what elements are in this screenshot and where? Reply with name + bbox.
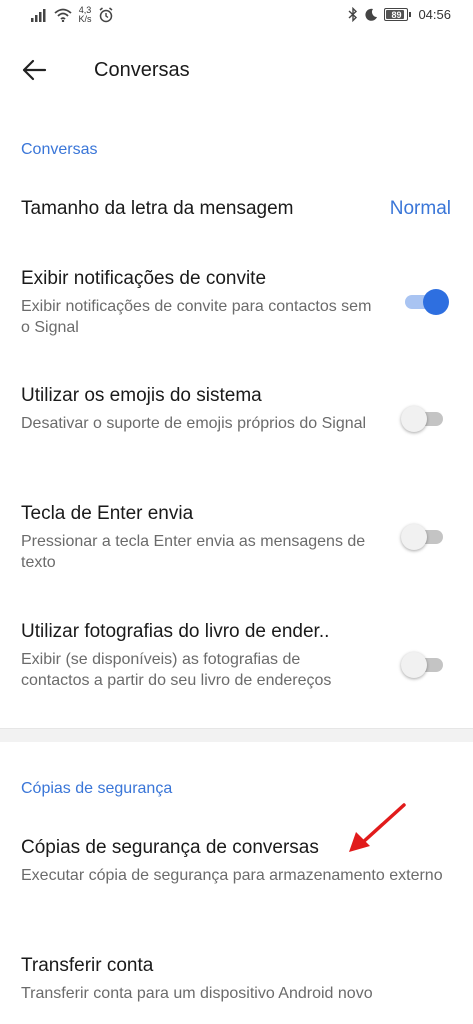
address-book-photos-switch[interactable] bbox=[401, 651, 447, 678]
setting-transfer-account[interactable]: Transferir conta Transferir conta para u… bbox=[0, 943, 473, 1013]
switch-thumb bbox=[401, 406, 427, 432]
setting-subtitle: Exibir notificações de convite para cont… bbox=[21, 298, 372, 336]
setting-subtitle: Exibir (se disponíveis) as fotografias d… bbox=[21, 651, 332, 689]
battery-icon: 89 bbox=[384, 8, 412, 21]
switch-thumb bbox=[401, 652, 427, 678]
section-header-conversas: Conversas bbox=[21, 141, 98, 158]
do-not-disturb-moon-icon bbox=[365, 8, 378, 21]
battery-level: 89 bbox=[391, 9, 402, 20]
setting-enter-key-sends[interactable]: Tecla de Enter envia Pressionar a tecla … bbox=[0, 491, 473, 581]
status-bar: 4,3 K/s 89 04:56 bbox=[0, 0, 473, 34]
system-emoji-switch[interactable] bbox=[401, 405, 447, 432]
wifi-icon bbox=[54, 8, 72, 22]
switch-thumb bbox=[423, 289, 449, 315]
bluetooth-icon bbox=[348, 7, 358, 22]
setting-system-emoji[interactable]: Utilizar os emojis do sistema Desativar … bbox=[0, 373, 473, 463]
signal-strength-icon bbox=[31, 9, 46, 22]
setting-subtitle: Desativar o suporte de emojis próprios d… bbox=[21, 415, 367, 432]
status-right: 89 04:56 bbox=[348, 7, 451, 22]
setting-title: Utilizar os emojis do sistema bbox=[21, 385, 262, 406]
clock: 04:56 bbox=[418, 7, 451, 22]
annotation-arrow-icon bbox=[349, 803, 406, 852]
alarm-icon bbox=[99, 7, 113, 23]
section-header-backups: Cópias de segurança bbox=[21, 780, 173, 797]
switch-thumb bbox=[401, 524, 427, 550]
network-speed-unit: K/s bbox=[78, 14, 92, 24]
enter-key-sends-switch[interactable] bbox=[401, 523, 447, 550]
setting-address-book-photos[interactable]: Utilizar fotografias do livro de ender..… bbox=[0, 609, 473, 721]
back-button[interactable] bbox=[18, 54, 50, 86]
setting-title: Transferir conta bbox=[21, 955, 154, 976]
status-left: 4,3 K/s bbox=[30, 6, 114, 24]
setting-value: Normal bbox=[389, 198, 451, 219]
setting-title: Exibir notificações de convite bbox=[21, 268, 267, 289]
setting-subtitle: Pressionar a tecla Enter envia as mensag… bbox=[21, 533, 366, 571]
setting-subtitle: Transferir conta para um dispositivo And… bbox=[21, 985, 373, 1002]
section-divider bbox=[0, 728, 473, 742]
setting-invite-notifications[interactable]: Exibir notificações de convite Exibir no… bbox=[0, 256, 473, 346]
setting-title: Tamanho da letra da mensagem bbox=[21, 198, 294, 219]
setting-title: Cópias de segurança de conversas bbox=[21, 837, 319, 858]
setting-subtitle: Executar cópia de segurança para armazen… bbox=[21, 867, 443, 884]
network-speed: 4,3 K/s bbox=[78, 6, 92, 24]
setting-title: Utilizar fotografias do livro de ender.. bbox=[21, 621, 330, 642]
page-title: Conversas bbox=[94, 59, 190, 81]
setting-message-font-size[interactable]: Tamanho da letra da mensagem Normal bbox=[0, 186, 473, 234]
arrow-back-icon bbox=[22, 59, 47, 81]
invite-notifications-switch[interactable] bbox=[401, 288, 449, 315]
setting-title: Tecla de Enter envia bbox=[21, 503, 194, 524]
app-bar: Conversas bbox=[0, 40, 473, 100]
